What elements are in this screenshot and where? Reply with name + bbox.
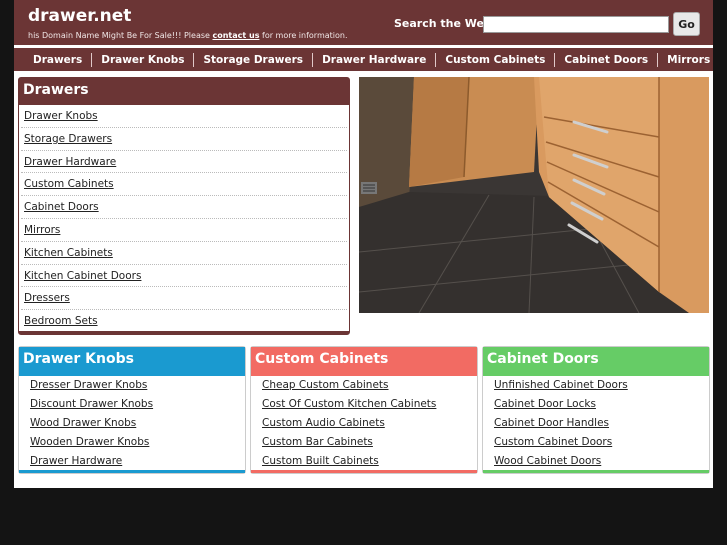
custom-cabinets-box-title: Custom Cabinets <box>251 347 477 376</box>
drawers-box: Drawers Drawer Knobs Storage Drawers Drawe… <box>18 77 350 335</box>
nav-item-drawer-knobs[interactable]: Drawer Knobs <box>91 52 193 67</box>
drawer-knobs-box-title: Drawer Knobs <box>19 347 245 376</box>
drawers-box-footer <box>19 331 349 334</box>
kitchen-drawers-image <box>359 77 709 313</box>
list-item: Kitchen Cabinets <box>21 242 347 265</box>
list-item: Wooden Drawer Knobs <box>30 433 245 452</box>
list-item: Wood Cabinet Doors <box>494 452 709 471</box>
list-item: Kitchen Cabinet Doors <box>21 265 347 288</box>
list-item: Bedroom Sets <box>21 310 347 333</box>
link-custom-bar-cabinets[interactable]: Custom Bar Cabinets <box>262 436 373 448</box>
drawers-link-kitchen-cabinets[interactable]: Kitchen Cabinets <box>24 247 113 259</box>
list-item: Cabinet Doors <box>21 196 347 219</box>
drawers-link-cabinet-doors[interactable]: Cabinet Doors <box>24 201 99 213</box>
list-item: Drawer Hardware <box>30 452 245 471</box>
list-item: Storage Drawers <box>21 128 347 151</box>
drawers-link-dressers[interactable]: Dressers <box>24 292 70 304</box>
nav-item-drawer-hardware[interactable]: Drawer Hardware <box>312 52 435 67</box>
drawer-knobs-list: Dresser Drawer Knobs Discount Drawer Knob… <box>19 376 245 471</box>
drawer-knobs-box: Drawer Knobs Dresser Drawer Knobs Discoun… <box>18 346 246 474</box>
drawers-link-kitchen-cabinet-doors[interactable]: Kitchen Cabinet Doors <box>24 270 141 282</box>
link-cabinet-door-handles[interactable]: Cabinet Door Handles <box>494 417 609 429</box>
site-title[interactable]: drawer.net <box>28 6 131 26</box>
list-item: Mirrors <box>21 219 347 242</box>
list-item: Cabinet Door Handles <box>494 414 709 433</box>
link-cost-of-custom-kitchen-cabinets[interactable]: Cost Of Custom Kitchen Cabinets <box>262 398 436 410</box>
list-item: Custom Cabinets <box>21 173 347 197</box>
drawers-list: Drawer Knobs Storage Drawers Drawer Hardwa… <box>19 105 349 333</box>
link-unfinished-cabinet-doors[interactable]: Unfinished Cabinet Doors <box>494 379 628 391</box>
custom-cabinets-list: Cheap Custom Cabinets Cost Of Custom Kitc… <box>251 376 477 471</box>
nav-item-mirrors[interactable]: Mirrors <box>657 52 719 67</box>
nav-list: Drawers Drawer Knobs Storage Drawers Drawer… <box>14 48 713 71</box>
tagline-text-pre: his Domain Name Might Be For Sale!!! Ple… <box>28 31 213 40</box>
custom-cabinets-box: Custom Cabinets Cheap Custom Cabinets Cos… <box>250 346 478 474</box>
list-item: Custom Audio Cabinets <box>262 414 477 433</box>
nav-item-cabinet-doors[interactable]: Cabinet Doors <box>554 52 657 67</box>
nav-item-storage-drawers[interactable]: Storage Drawers <box>193 52 312 67</box>
link-custom-built-cabinets[interactable]: Custom Built Cabinets <box>262 455 379 467</box>
kitchen-drawers-photo <box>359 77 709 313</box>
drawers-box-title: Drawers <box>19 78 349 105</box>
tagline-text-post: for more information. <box>259 31 348 40</box>
list-item: Cabinet Door Locks <box>494 395 709 414</box>
list-item: Drawer Knobs <box>21 105 347 128</box>
list-item: Drawer Hardware <box>21 151 347 174</box>
drawers-link-storage-drawers[interactable]: Storage Drawers <box>24 133 112 145</box>
search-input[interactable] <box>483 16 669 33</box>
cabinet-doors-box: Cabinet Doors Unfinished Cabinet Doors Ca… <box>482 346 710 474</box>
list-item: Custom Built Cabinets <box>262 452 477 471</box>
cabinet-doors-box-footer <box>483 470 709 473</box>
list-item: Cost Of Custom Kitchen Cabinets <box>262 395 477 414</box>
link-wood-drawer-knobs[interactable]: Wood Drawer Knobs <box>30 417 136 429</box>
cabinet-doors-box-title: Cabinet Doors <box>483 347 709 376</box>
link-discount-drawer-knobs[interactable]: Discount Drawer Knobs <box>30 398 153 410</box>
link-cabinet-door-locks[interactable]: Cabinet Door Locks <box>494 398 596 410</box>
link-wooden-drawer-knobs[interactable]: Wooden Drawer Knobs <box>30 436 149 448</box>
nav-item-custom-cabinets[interactable]: Custom Cabinets <box>435 52 554 67</box>
search-label: Search the Web: <box>394 17 497 30</box>
list-item: Custom Bar Cabinets <box>262 433 477 452</box>
list-item: Dresser Drawer Knobs <box>30 376 245 395</box>
top-nav: Drawers Drawer Knobs Storage Drawers Drawer… <box>14 48 713 71</box>
go-button[interactable]: Go <box>673 12 700 36</box>
custom-cabinets-box-footer <box>251 470 477 473</box>
drawers-link-drawer-hardware[interactable]: Drawer Hardware <box>24 156 116 168</box>
list-item: Dressers <box>21 287 347 311</box>
list-item: Wood Drawer Knobs <box>30 414 245 433</box>
drawers-link-bedroom-sets[interactable]: Bedroom Sets <box>24 315 98 327</box>
link-dresser-drawer-knobs[interactable]: Dresser Drawer Knobs <box>30 379 147 391</box>
list-item: Unfinished Cabinet Doors <box>494 376 709 395</box>
nav-item-drawers[interactable]: Drawers <box>24 53 91 67</box>
drawers-link-drawer-knobs[interactable]: Drawer Knobs <box>24 110 98 122</box>
link-custom-cabinet-doors[interactable]: Custom Cabinet Doors <box>494 436 612 448</box>
cabinet-doors-list: Unfinished Cabinet Doors Cabinet Door Loc… <box>483 376 709 471</box>
list-item: Custom Cabinet Doors <box>494 433 709 452</box>
list-item: Discount Drawer Knobs <box>30 395 245 414</box>
contact-us-link[interactable]: contact us <box>212 31 259 40</box>
link-custom-audio-cabinets[interactable]: Custom Audio Cabinets <box>262 417 385 429</box>
link-drawer-hardware[interactable]: Drawer Hardware <box>30 455 122 467</box>
drawers-link-custom-cabinets[interactable]: Custom Cabinets <box>24 178 114 190</box>
link-cheap-custom-cabinets[interactable]: Cheap Custom Cabinets <box>262 379 389 391</box>
site-tagline: his Domain Name Might Be For Sale!!! Ple… <box>28 31 348 40</box>
drawer-knobs-box-footer <box>19 470 245 473</box>
link-wood-cabinet-doors[interactable]: Wood Cabinet Doors <box>494 455 601 467</box>
list-item: Cheap Custom Cabinets <box>262 376 477 395</box>
drawers-link-mirrors[interactable]: Mirrors <box>24 224 60 236</box>
site-header: drawer.net his Domain Name Might Be For … <box>14 0 713 45</box>
